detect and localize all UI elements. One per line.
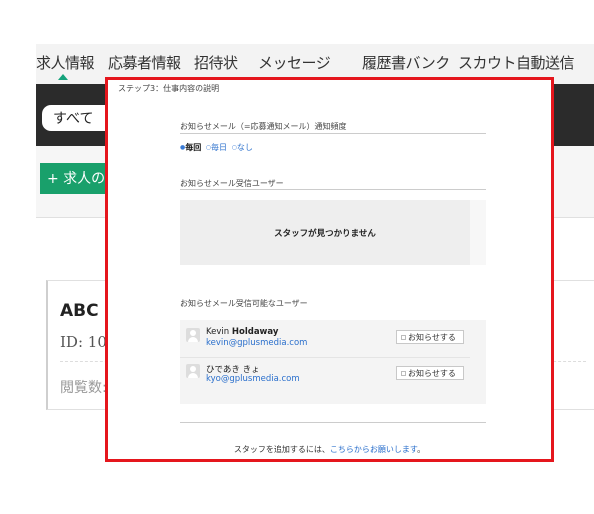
recipients-divider — [180, 189, 486, 190]
frequency-option-every[interactable]: ●毎回 — [180, 143, 201, 152]
nav-item-auto-scout[interactable]: スカウト自動送信 — [458, 52, 575, 73]
notify-button[interactable]: お知らせする — [396, 366, 464, 380]
add-staff-hint: スタッフを追加するには、こちらからお願いします。 — [233, 445, 426, 454]
nav-item-applicants[interactable]: 応募者情報 — [108, 52, 181, 73]
notify-button[interactable]: お知らせする — [396, 330, 464, 344]
nav-item-messages[interactable]: メッセージ — [258, 52, 331, 73]
user-row: Kevin Holdaway kevin@gplusmedia.com お知らせ… — [180, 322, 470, 358]
frequency-divider — [180, 133, 486, 134]
add-staff-link[interactable]: こちらからお願いします — [330, 445, 417, 454]
empty-state-text: スタッフが見つかりません — [274, 229, 376, 239]
checkbox-icon — [401, 335, 406, 340]
footer-divider — [180, 422, 486, 423]
notification-settings-panel: ステップ3：仕事内容の説明 お知らせメール（=応募通知メール）通知頻度 ●毎回 … — [105, 77, 554, 462]
checkbox-icon — [401, 371, 406, 376]
avatar-icon — [186, 364, 200, 378]
user-email[interactable]: kyo@gplusmedia.com — [206, 374, 300, 384]
available-users-list: Kevin Holdaway kevin@gplusmedia.com お知らせ… — [180, 320, 486, 404]
user-email[interactable]: kevin@gplusmedia.com — [206, 338, 307, 348]
active-tab-indicator — [58, 74, 68, 80]
nav-item-resume-bank[interactable]: 履歴書バンク — [362, 52, 450, 73]
frequency-heading: お知らせメール（=応募通知メール）通知頻度 — [180, 122, 347, 131]
user-row: ひであき きょ kyo@gplusmedia.com お知らせする — [180, 358, 470, 394]
frequency-option-none[interactable]: ○なし — [232, 143, 253, 152]
recipients-side-strip — [470, 200, 486, 265]
avatar-icon — [186, 328, 200, 342]
nav-item-jobs[interactable]: 求人情報 — [36, 52, 95, 73]
step-title: ステップ3：仕事内容の説明 — [118, 84, 220, 93]
frequency-radio-group: ●毎回 ○毎日 ○なし — [180, 142, 255, 153]
recipients-heading: お知らせメール受信ユーザー — [180, 179, 284, 188]
nav-item-invitations[interactable]: 招待状 — [194, 52, 238, 73]
available-users-heading: お知らせメール受信可能なユーザー — [180, 299, 308, 308]
frequency-option-daily[interactable]: ○毎日 — [206, 143, 227, 152]
user-name: Kevin Holdaway — [206, 327, 279, 337]
recipients-empty-state: スタッフが見つかりません — [180, 200, 470, 265]
job-card-views: 閲覧数: — [60, 380, 107, 396]
